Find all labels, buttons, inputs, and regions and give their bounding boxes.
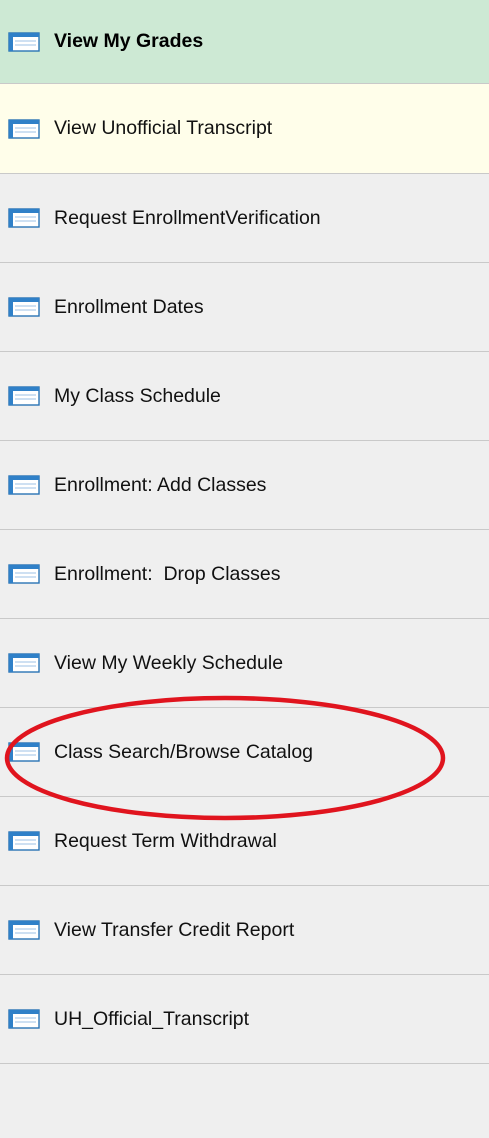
menu-item-label: UH_Official_Transcript <box>54 1007 250 1030</box>
menu-item-enrollment-add-classes[interactable]: Enrollment: Add Classes <box>0 441 489 530</box>
menu-item-enrollment-drop-classes[interactable]: Enrollment: Drop Classes <box>0 530 489 619</box>
menu-item-request-enrollment-verification[interactable]: Request EnrollmentVerification <box>0 174 489 263</box>
page-icon <box>8 742 40 762</box>
menu-item-view-transfer-credit-report[interactable]: View Transfer Credit Report <box>0 886 489 975</box>
student-center-menu: View My Grades View Unofficial Transcrip… <box>0 0 489 1138</box>
menu-empty-area <box>0 1064 489 1138</box>
menu-item-class-search-browse-catalog[interactable]: Class Search/Browse Catalog <box>0 708 489 797</box>
page-icon <box>8 386 40 406</box>
menu-item-my-class-schedule[interactable]: My Class Schedule <box>0 352 489 441</box>
page-icon <box>8 118 40 139</box>
menu-item-view-my-grades[interactable]: View My Grades <box>0 0 489 84</box>
menu-item-view-my-weekly-schedule[interactable]: View My Weekly Schedule <box>0 619 489 708</box>
menu-item-label: Enrollment: Drop Classes <box>54 562 281 585</box>
page-icon <box>8 1009 40 1029</box>
menu-item-uh-official-transcript[interactable]: UH_Official_Transcript <box>0 975 489 1064</box>
page-icon <box>8 208 40 228</box>
page-icon <box>8 31 40 52</box>
menu-item-label: Request Term Withdrawal <box>54 829 277 852</box>
page-icon <box>8 564 40 584</box>
menu-item-enrollment-dates[interactable]: Enrollment Dates <box>0 263 489 352</box>
menu-item-label: Enrollment Dates <box>54 295 204 318</box>
menu-item-request-term-withdrawal[interactable]: Request Term Withdrawal <box>0 797 489 886</box>
page-icon <box>8 831 40 851</box>
menu-item-view-unofficial-transcript[interactable]: View Unofficial Transcript <box>0 84 489 174</box>
page-icon <box>8 475 40 495</box>
menu-item-label: My Class Schedule <box>54 384 221 407</box>
menu-item-label: View My Weekly Schedule <box>54 651 284 674</box>
menu-item-label: Class Search/Browse Catalog <box>54 740 314 763</box>
menu-item-label: View My Grades <box>54 30 204 52</box>
menu-item-label: View Transfer Credit Report <box>54 918 295 941</box>
menu-item-label: View Unofficial Transcript <box>54 117 273 139</box>
page-icon <box>8 653 40 673</box>
menu-item-label: Enrollment: Add Classes <box>54 473 267 496</box>
page-icon <box>8 297 40 317</box>
page-icon <box>8 920 40 940</box>
menu-item-label: Request EnrollmentVerification <box>54 206 321 229</box>
